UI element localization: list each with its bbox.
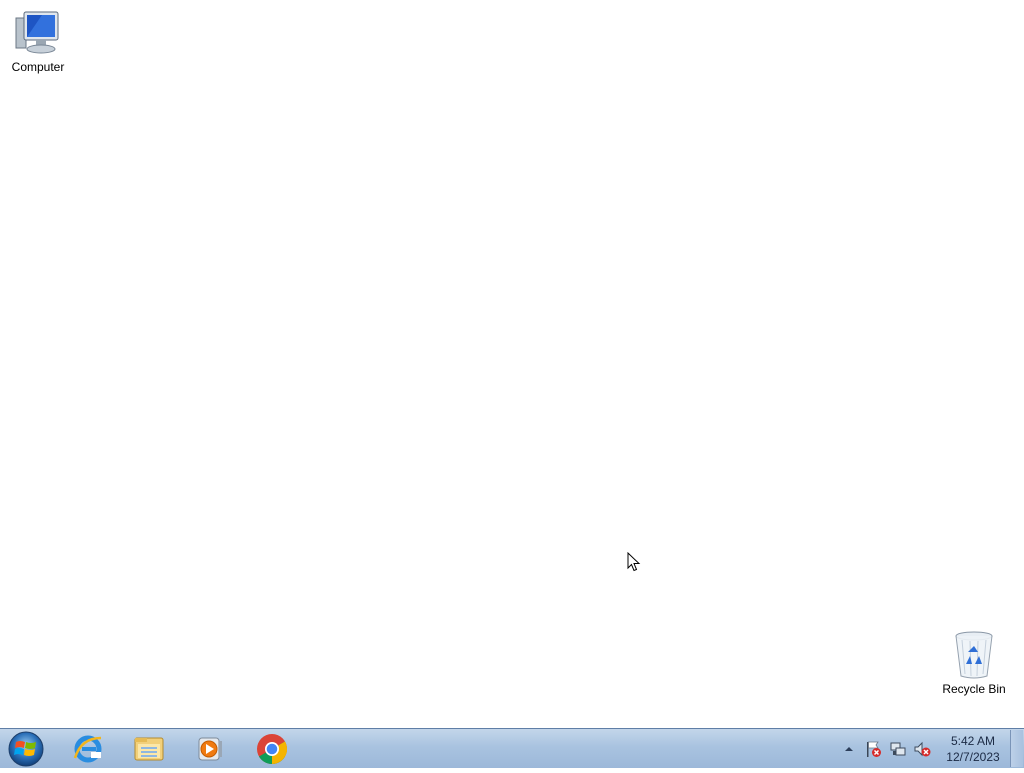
taskbar-internet-explorer-button[interactable] bbox=[60, 730, 116, 768]
clock-date: 12/7/2023 bbox=[946, 750, 1000, 764]
desktop-icon-recycle-bin[interactable]: Recycle Bin bbox=[936, 630, 1012, 696]
internet-explorer-icon bbox=[73, 735, 102, 763]
action-center-flag-icon[interactable] bbox=[864, 740, 882, 758]
show-desktop-button[interactable] bbox=[1010, 730, 1023, 767]
show-hidden-icons-icon[interactable] bbox=[842, 743, 856, 755]
taskbar-media-player-button[interactable] bbox=[182, 730, 238, 768]
start-button[interactable] bbox=[4, 730, 48, 768]
taskbar-clock[interactable]: 5:42 AM 12/7/2023 bbox=[940, 733, 1006, 765]
taskbar: 5:42 AM 12/7/2023 bbox=[0, 728, 1024, 768]
volume-muted-icon[interactable] bbox=[913, 740, 931, 758]
computer-icon bbox=[15, 11, 59, 54]
desktop-icon-computer[interactable]: Computer bbox=[0, 8, 76, 74]
windows-start-orb-icon bbox=[8, 731, 44, 767]
desktop-icon-label: Recycle Bin bbox=[942, 682, 1006, 696]
taskbar-chrome-button[interactable] bbox=[244, 730, 300, 768]
mouse-cursor-icon bbox=[627, 552, 641, 572]
taskbar-windows-explorer-button[interactable] bbox=[121, 730, 177, 768]
desktop[interactable]: Computer Recycle Bin bbox=[0, 0, 1024, 728]
clock-time: 5:42 AM bbox=[950, 734, 996, 748]
windows-explorer-icon bbox=[134, 737, 164, 761]
desktop-icon-label: Computer bbox=[11, 60, 65, 74]
network-icon[interactable] bbox=[889, 740, 907, 758]
windows-media-player-icon bbox=[198, 737, 222, 761]
recycle-bin-icon bbox=[955, 631, 993, 679]
google-chrome-icon bbox=[257, 734, 288, 764]
